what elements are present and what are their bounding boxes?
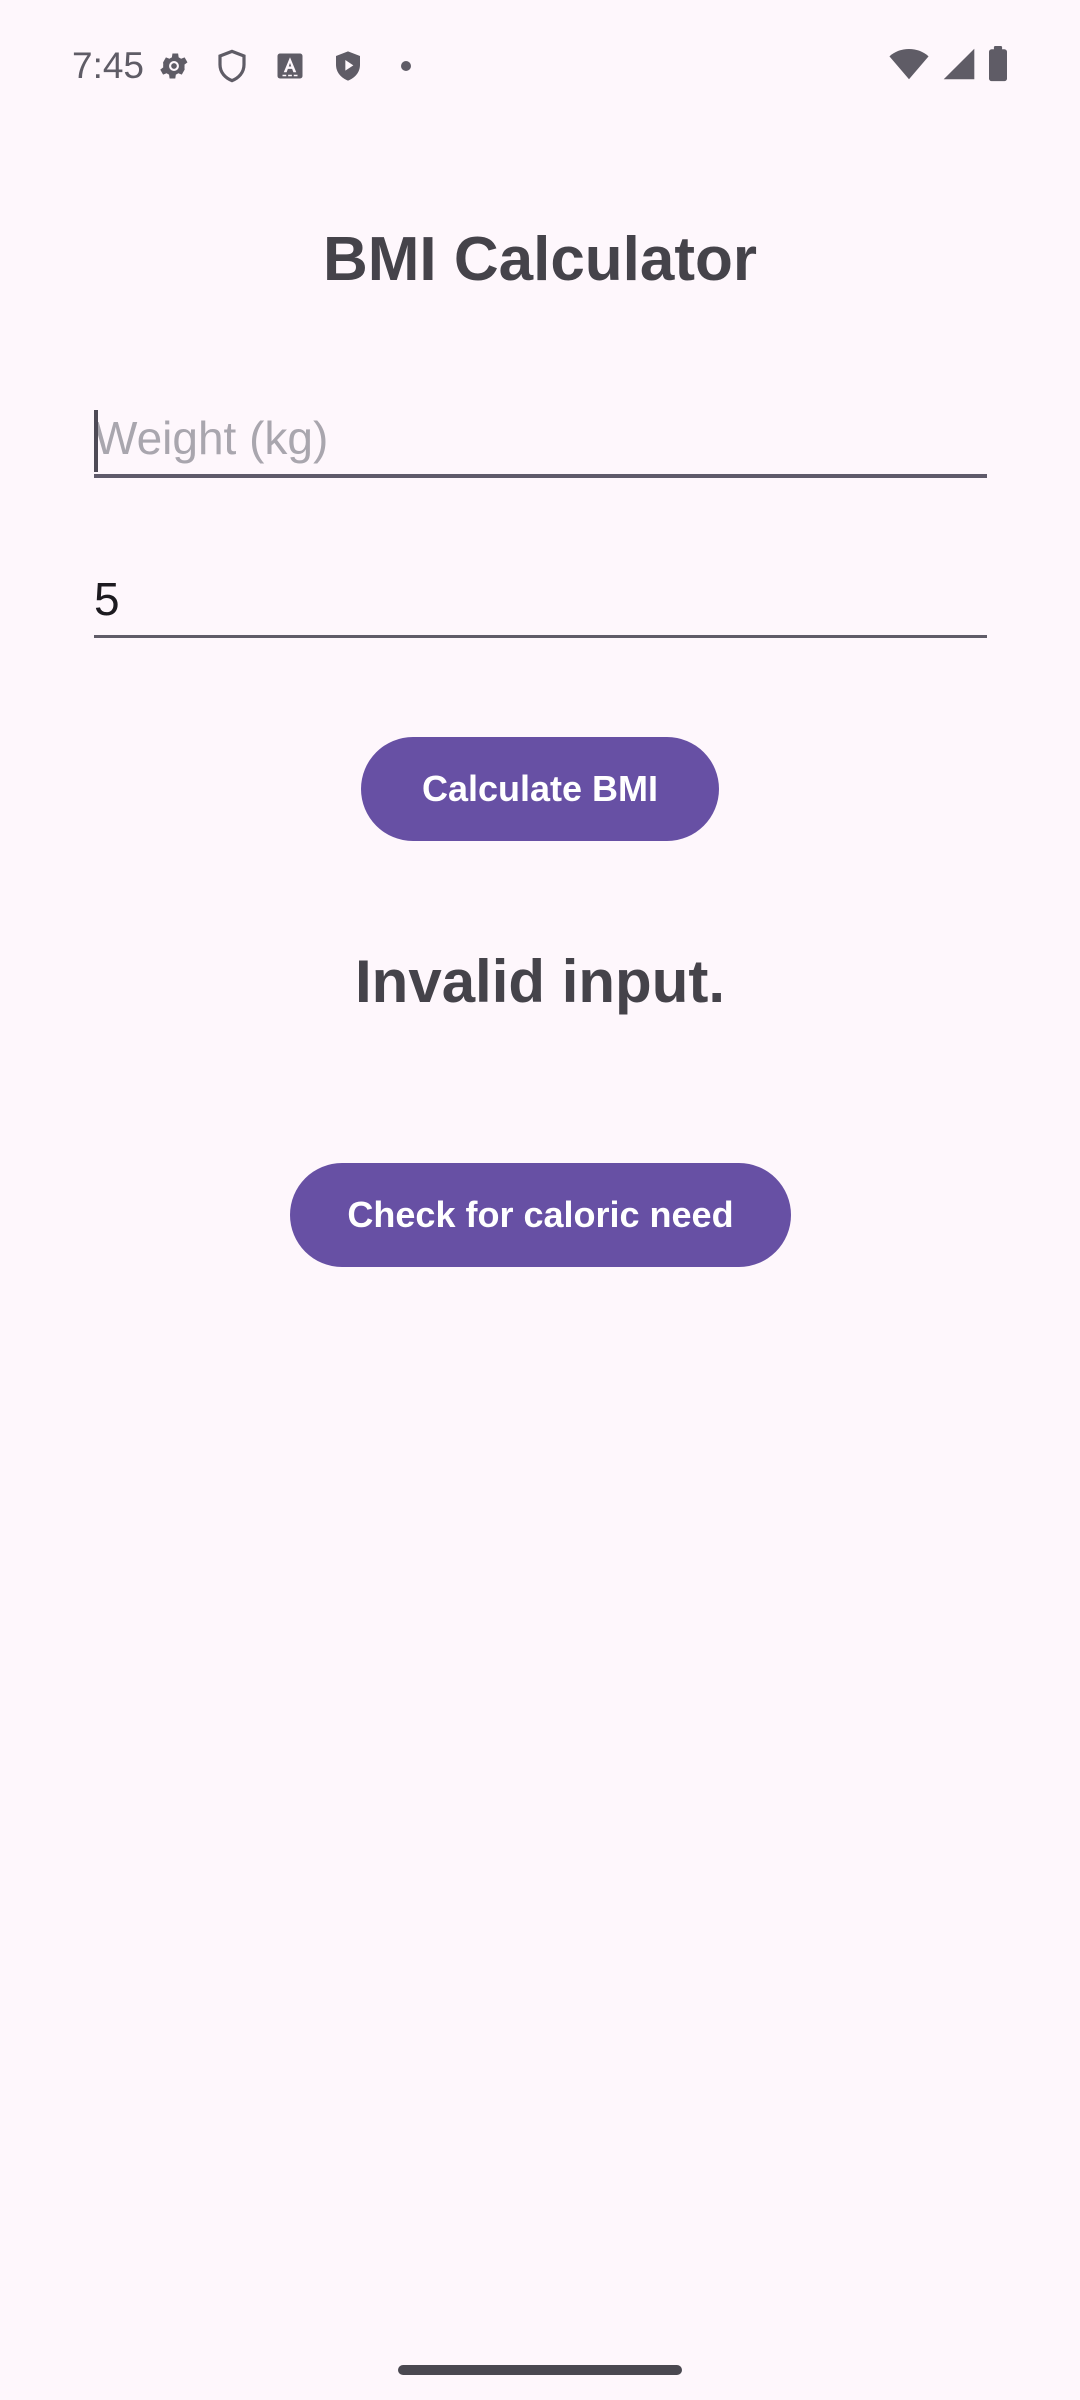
dot-icon <box>388 46 424 86</box>
result-message: Invalid input. <box>355 948 725 1015</box>
check-caloric-need-button[interactable]: Check for caloric need <box>290 1163 791 1267</box>
font-a-icon <box>272 46 308 86</box>
cellular-signal-icon <box>942 47 976 81</box>
status-notification-icons <box>156 46 424 86</box>
text-cursor <box>94 410 98 472</box>
gear-icon <box>156 46 192 86</box>
page-title: BMI Calculator <box>322 225 758 294</box>
weight-input[interactable] <box>94 402 987 478</box>
status-system-icons <box>888 46 1008 82</box>
shield-play-icon <box>330 46 366 86</box>
wifi-icon <box>888 47 930 81</box>
home-indicator[interactable] <box>398 2365 682 2375</box>
weight-field[interactable] <box>94 402 987 484</box>
status-bar: 7:45 <box>0 0 1080 132</box>
height-field[interactable] <box>94 562 987 644</box>
calculate-bmi-button[interactable]: Calculate BMI <box>361 737 719 841</box>
status-time: 7:45 <box>72 45 145 86</box>
height-input[interactable] <box>94 562 987 638</box>
shield-outline-icon <box>214 46 250 86</box>
battery-icon <box>988 46 1008 82</box>
